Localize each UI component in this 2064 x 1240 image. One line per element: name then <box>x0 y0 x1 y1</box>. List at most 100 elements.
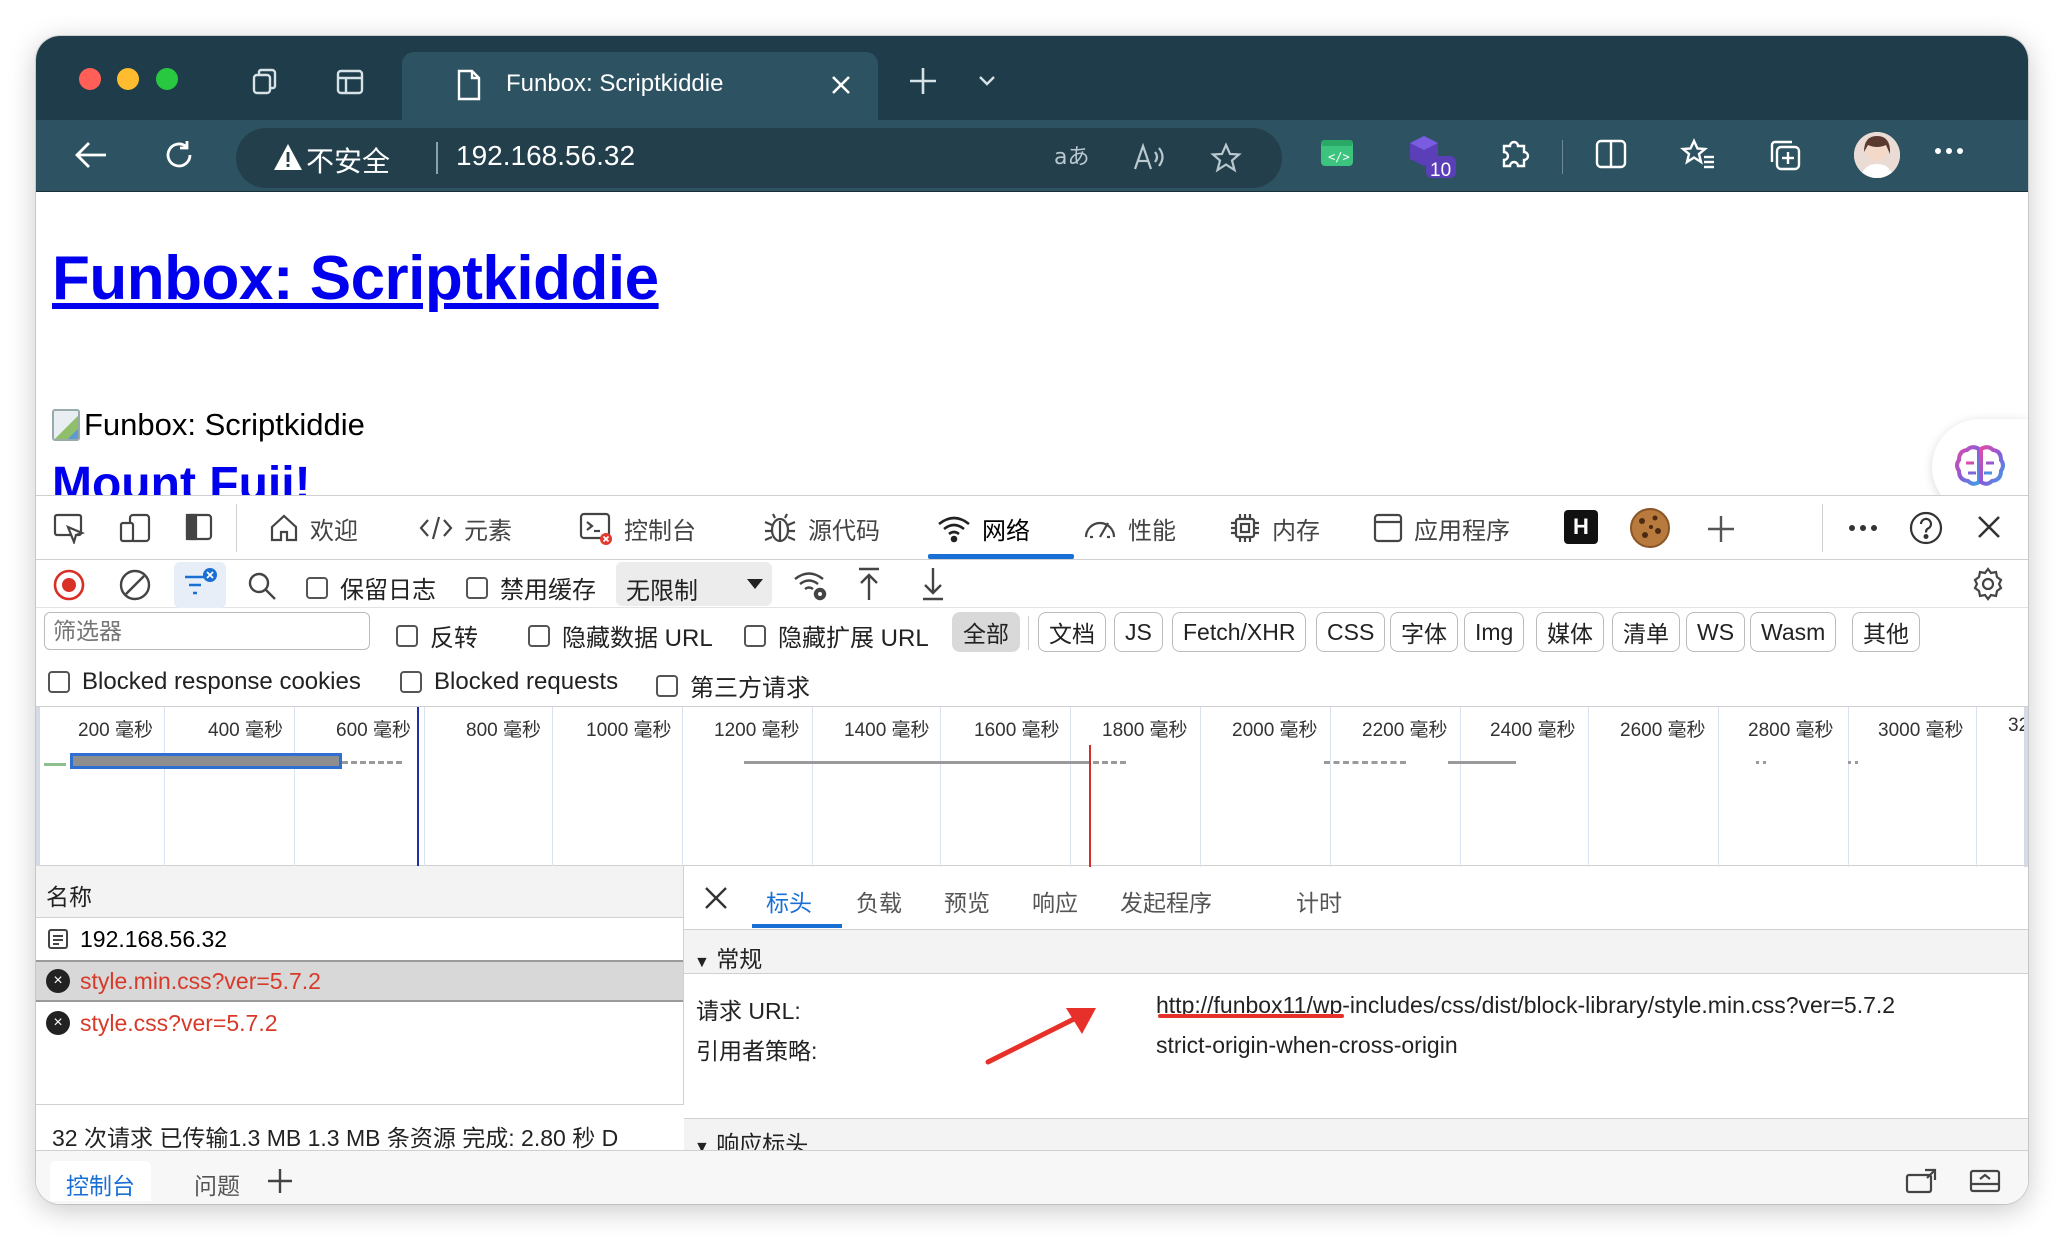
hide-data-urls-box[interactable] <box>528 624 550 647</box>
search-icon[interactable] <box>246 570 278 602</box>
warning-icon[interactable] <box>272 142 304 172</box>
favorite-star-icon[interactable] <box>1210 142 1242 174</box>
zoom-window-button[interactable] <box>156 68 178 90</box>
h-extension-icon[interactable]: H <box>1564 510 1598 544</box>
network-overview-timeline[interactable]: 200 毫秒 400 毫秒 600 毫秒 800 毫秒 1000 毫秒 1200… <box>36 706 2028 867</box>
back-arrow-icon[interactable] <box>74 140 108 170</box>
devtools-extension-icon[interactable]: </> <box>1320 138 1354 168</box>
profile-avatar[interactable] <box>1854 132 1900 178</box>
extensions-puzzle-icon[interactable] <box>1498 136 1532 170</box>
tab-elements[interactable]: 元素 <box>418 510 512 546</box>
drawer-add-icon[interactable] <box>266 1167 294 1195</box>
address-bar[interactable]: aあ <box>236 128 1282 188</box>
request-row[interactable]: 192.168.56.32 <box>36 918 683 960</box>
translate-icon[interactable]: aあ <box>1054 142 1090 172</box>
blocked-cookies-box[interactable] <box>48 671 70 693</box>
tab-welcome[interactable]: 欢迎 <box>268 510 358 546</box>
filter-type-media[interactable]: 媒体 <box>1536 612 1604 652</box>
overview-right-handle[interactable] <box>2024 707 2028 867</box>
drawer-tab-issues[interactable]: 问题 <box>178 1161 256 1201</box>
refresh-icon[interactable] <box>162 138 196 172</box>
tab-performance[interactable]: 性能 <box>1082 510 1176 546</box>
new-tab-icon[interactable] <box>908 66 938 96</box>
invert-box[interactable] <box>396 624 418 647</box>
filter-type-ws[interactable]: WS <box>1686 612 1746 652</box>
tab-actions-icon[interactable] <box>332 64 368 100</box>
hide-ext-urls-box[interactable] <box>744 624 766 647</box>
close-devtools-icon[interactable] <box>1976 514 2002 540</box>
request-row-selected[interactable]: × style.min.css?ver=5.7.2 <box>36 960 683 1002</box>
drawer-dock-icon[interactable] <box>1904 1167 1938 1195</box>
close-window-button[interactable] <box>79 68 101 90</box>
copilot-brain-button[interactable] <box>1932 419 2028 495</box>
network-settings-gear-icon[interactable] <box>1970 566 2006 602</box>
tab-console[interactable]: 控制台 <box>578 510 696 546</box>
filter-type-manifest[interactable]: 清单 <box>1612 612 1680 652</box>
help-icon[interactable] <box>1908 510 1944 546</box>
tab-sources[interactable]: 源代码 <box>762 510 880 546</box>
filter-type-img[interactable]: Img <box>1464 612 1525 652</box>
clear-icon[interactable] <box>118 568 152 602</box>
close-detail-icon[interactable] <box>704 886 728 910</box>
disable-cache-box[interactable] <box>466 576 488 599</box>
collections-icon[interactable] <box>1768 138 1802 172</box>
throttle-select[interactable]: 无限制 <box>616 562 772 606</box>
filter-input[interactable] <box>44 612 370 650</box>
response-headers-section-header[interactable]: ▼ 响应标头 <box>684 1118 2028 1150</box>
blocked-requests-checkbox[interactable]: Blocked requests <box>400 668 618 696</box>
blocked-requests-box[interactable] <box>400 671 422 693</box>
third-party-box[interactable] <box>656 674 678 697</box>
url-text[interactable]: 192.168.56.32 <box>456 140 635 172</box>
invert-checkbox[interactable]: 反转 <box>396 618 478 653</box>
more-tabs-plus-icon[interactable] <box>1706 514 1736 544</box>
hide-data-urls-checkbox[interactable]: 隐藏数据 URL <box>528 618 713 653</box>
preserve-log-box[interactable] <box>306 576 328 599</box>
referrer-policy-value[interactable]: strict-origin-when-cross-origin <box>1156 1032 1458 1059</box>
cookie-icon[interactable] <box>1628 506 1672 550</box>
network-conditions-icon[interactable] <box>792 568 830 602</box>
more-options-icon[interactable] <box>1934 146 1964 156</box>
drawer-tab-console[interactable]: 控制台 <box>50 1161 151 1201</box>
detail-tab-preview[interactable]: 预览 <box>944 884 990 918</box>
page-heading-link[interactable]: Funbox: Scriptkiddie <box>52 243 659 314</box>
filter-type-wasm[interactable]: Wasm <box>1750 612 1837 652</box>
filter-type-other[interactable]: 其他 <box>1852 612 1920 652</box>
close-tab-icon[interactable] <box>830 74 852 96</box>
chevron-down-icon[interactable] <box>978 74 996 88</box>
third-party-checkbox[interactable]: 第三方请求 <box>656 668 810 703</box>
detail-tab-timing[interactable]: 计时 <box>1296 884 1342 918</box>
preserve-log-checkbox[interactable]: 保留日志 <box>306 570 436 605</box>
page-subheading-link[interactable]: Mount Fuji! <box>52 457 311 495</box>
detail-tab-payload[interactable]: 负载 <box>856 884 902 918</box>
minimize-window-button[interactable] <box>117 68 139 90</box>
detail-tab-headers[interactable]: 标头 <box>766 884 812 918</box>
dock-side-icon[interactable] <box>184 512 214 542</box>
filter-toggle-icon[interactable] <box>174 562 226 608</box>
filter-type-all[interactable]: 全部 <box>952 612 1020 652</box>
tab-application[interactable]: 应用程序 <box>1372 510 1510 546</box>
blocked-cookies-checkbox[interactable]: Blocked response cookies <box>48 668 361 696</box>
export-har-icon[interactable] <box>920 566 946 602</box>
name-column-header[interactable]: 名称 <box>36 866 683 918</box>
inspect-element-icon[interactable] <box>52 512 86 544</box>
filter-type-js[interactable]: JS <box>1114 612 1163 652</box>
general-section-header[interactable]: ▼ 常规 <box>684 930 2028 974</box>
filter-type-css[interactable]: CSS <box>1316 612 1386 652</box>
detail-tab-response[interactable]: 响应 <box>1032 884 1078 918</box>
disable-cache-checkbox[interactable]: 禁用缓存 <box>466 570 596 605</box>
read-aloud-icon[interactable] <box>1132 142 1166 172</box>
filter-type-doc[interactable]: 文档 <box>1038 612 1106 652</box>
drawer-toggle-icon[interactable] <box>1968 1167 2002 1195</box>
device-emulation-icon[interactable] <box>118 512 152 544</box>
request-row[interactable]: × style.css?ver=5.7.2 <box>36 1002 683 1044</box>
detail-tab-initiator[interactable]: 发起程序 <box>1120 884 1212 918</box>
tab-network[interactable]: 网络 <box>936 510 1030 546</box>
record-stop-icon[interactable] <box>52 568 86 602</box>
tab-memory[interactable]: 内存 <box>1228 510 1320 546</box>
devtools-more-icon[interactable] <box>1848 524 1878 532</box>
filter-type-font[interactable]: 字体 <box>1390 612 1458 652</box>
favorites-icon[interactable] <box>1680 138 1716 170</box>
workspaces-icon[interactable] <box>248 64 284 100</box>
overview-left-handle[interactable] <box>36 707 40 867</box>
split-screen-icon[interactable] <box>1594 138 1628 170</box>
